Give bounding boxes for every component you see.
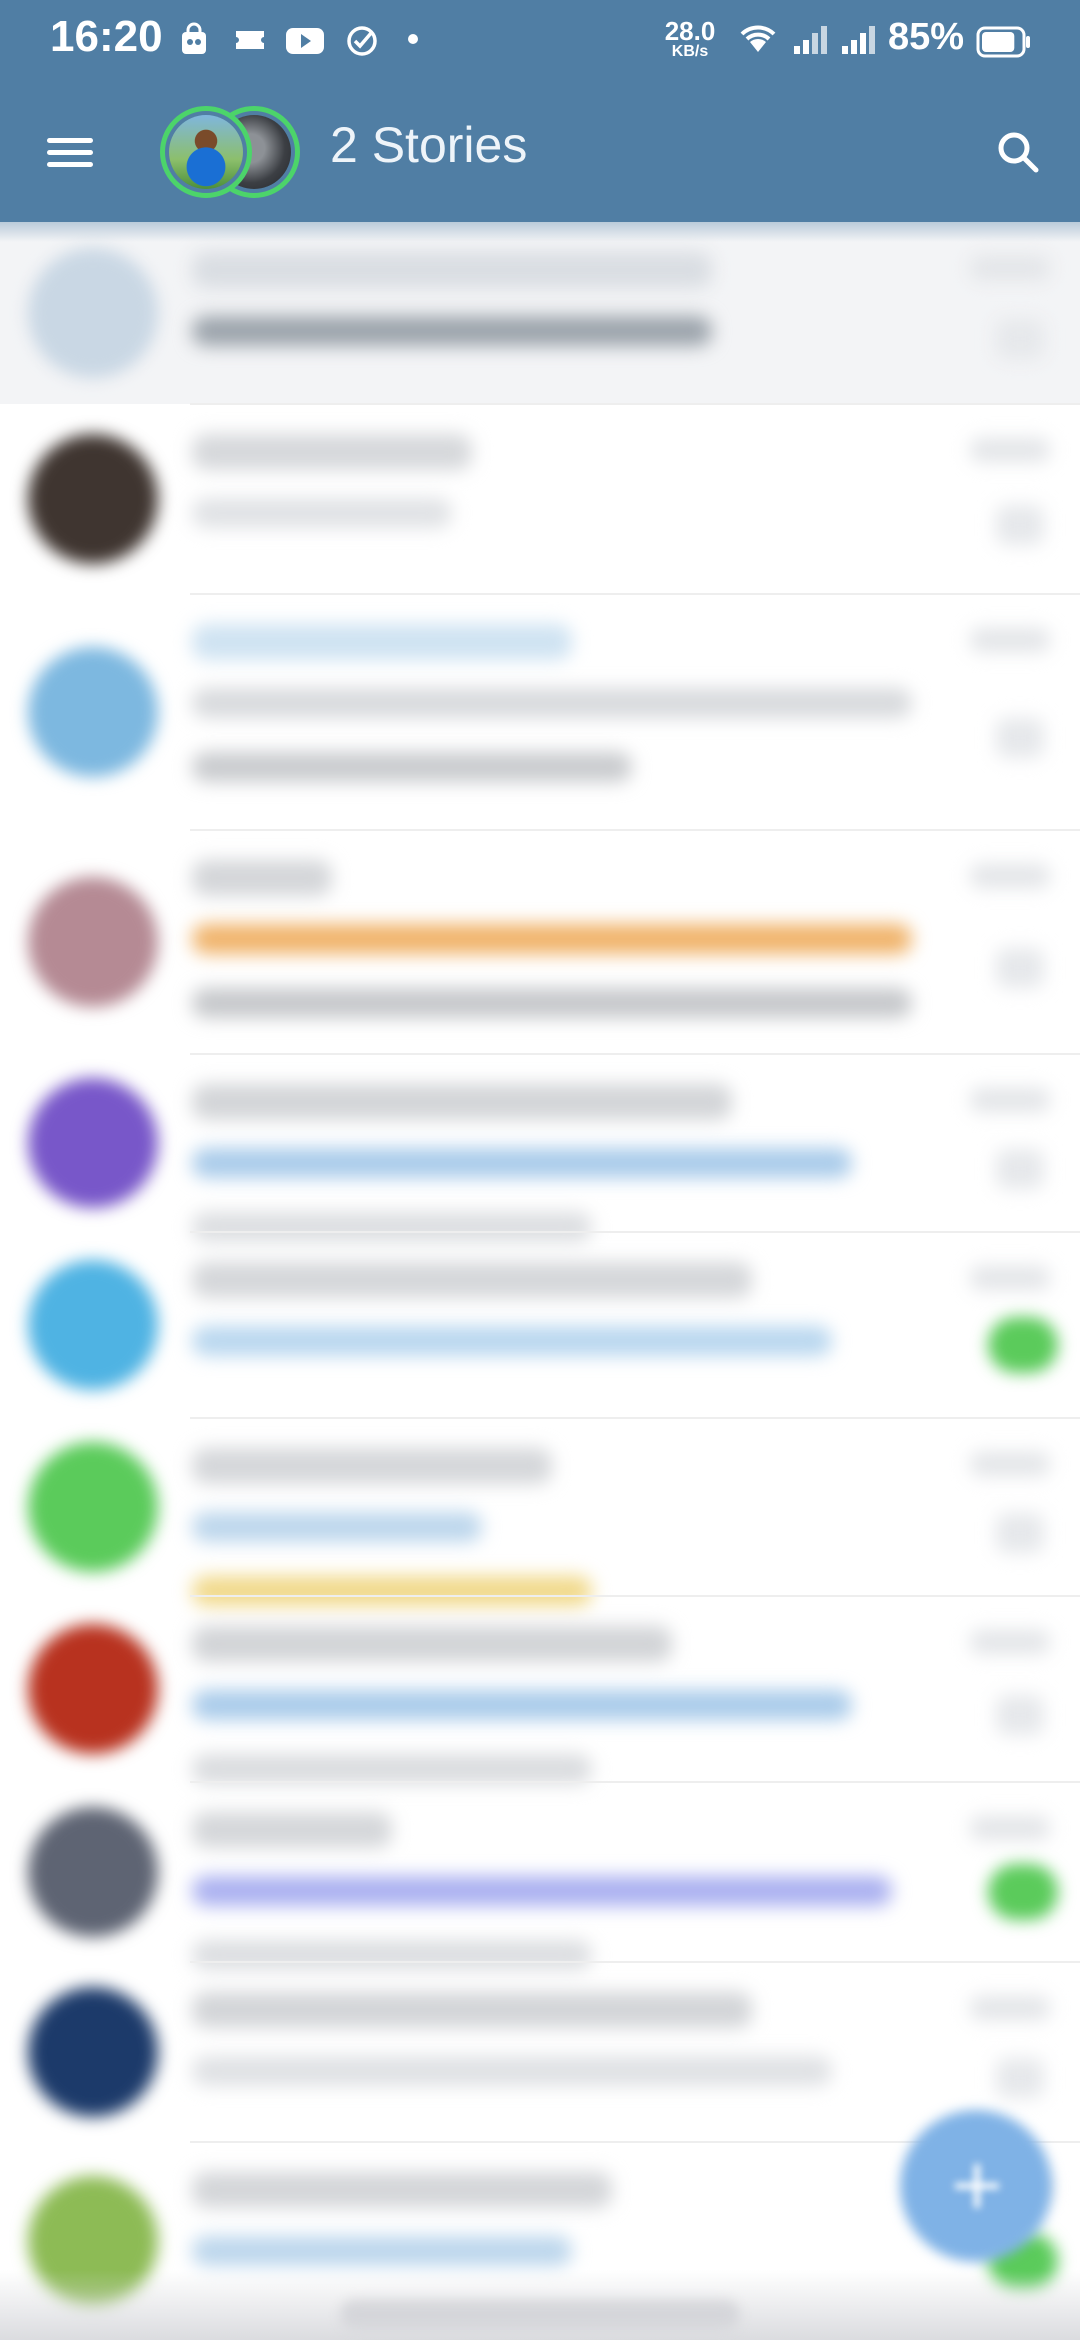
chat-preview — [192, 1326, 832, 1356]
chat-list — [0, 222, 1080, 2340]
status-bar: 16:20 28.0 KB/s 85% — [0, 0, 1080, 80]
chat-title — [192, 1084, 732, 1120]
chat-time — [970, 1816, 1050, 1840]
chat-title — [192, 1448, 552, 1484]
chat-time — [970, 1266, 1050, 1290]
chat-avatar — [28, 647, 158, 777]
chat-avatar — [28, 1624, 158, 1754]
chat-title — [192, 1812, 392, 1848]
chat-preview — [192, 752, 632, 782]
chat-title — [192, 1262, 752, 1298]
chat-avatar — [28, 1442, 158, 1572]
chat-avatar — [28, 1807, 158, 1937]
chat-title — [192, 624, 572, 660]
chat-row[interactable] — [0, 1962, 1080, 2142]
chat-preview — [192, 316, 712, 346]
chat-title — [192, 1992, 752, 2028]
wifi-icon — [740, 25, 776, 52]
signal-icon — [842, 26, 875, 54]
shopping-bag-icon — [182, 22, 206, 54]
search-icon[interactable] — [990, 124, 1046, 180]
chat-status-icon — [996, 718, 1044, 758]
stories-avatars[interactable] — [160, 106, 300, 198]
hamburger-menu-icon[interactable] — [40, 122, 100, 182]
chat-time — [970, 438, 1050, 462]
chat-status-icon — [996, 505, 1044, 545]
unread-badge — [988, 1317, 1058, 1373]
chat-preview — [192, 498, 452, 528]
chat-row[interactable] — [0, 1782, 1080, 1970]
chat-avatar — [28, 1260, 158, 1390]
dot-icon — [408, 34, 418, 44]
chat-title — [192, 252, 712, 288]
stories-title[interactable]: 2 Stories — [330, 116, 527, 174]
chat-preview — [192, 1512, 482, 1542]
chat-preview — [192, 1690, 852, 1720]
network-speed: 28.0 KB/s — [664, 16, 716, 60]
toolbar: 2 Stories — [0, 80, 1080, 222]
chat-title — [192, 434, 472, 470]
telegram-app: 16:20 28.0 KB/s 85% 2 Stories — [0, 0, 1080, 2340]
chat-row[interactable] — [0, 594, 1080, 830]
chat-time — [970, 256, 1050, 280]
youtube-icon — [286, 28, 324, 54]
chat-preview — [192, 1148, 852, 1178]
chat-status-icon — [996, 319, 1044, 359]
chat-row[interactable] — [0, 1418, 1080, 1606]
chat-time — [970, 1452, 1050, 1476]
chat-status-icon — [996, 1149, 1044, 1189]
chat-title — [192, 2172, 612, 2208]
chat-avatar — [28, 434, 158, 564]
chat-preview — [192, 924, 912, 954]
unread-badge — [988, 1864, 1058, 1920]
chat-row[interactable] — [0, 1054, 1080, 1242]
chat-time — [970, 628, 1050, 652]
chat-status-icon — [996, 1695, 1044, 1735]
chat-row[interactable] — [0, 830, 1080, 1054]
app-header: 16:20 28.0 KB/s 85% 2 Stories — [0, 0, 1080, 222]
chat-time — [970, 1630, 1050, 1654]
chat-preview — [192, 988, 912, 1018]
chat-row[interactable] — [0, 1232, 1080, 1418]
gesture-bar — [340, 2300, 740, 2330]
chat-preview — [192, 2056, 832, 2086]
chat-row[interactable] — [0, 404, 1080, 594]
battery-icon — [976, 26, 1030, 58]
chat-avatar — [28, 248, 158, 378]
chat-avatar — [28, 1987, 158, 2117]
chat-title — [192, 1626, 672, 1662]
story-avatar[interactable] — [160, 106, 252, 198]
chat-status-icon — [996, 948, 1044, 988]
status-time: 16:20 — [50, 12, 163, 61]
chat-status-icon — [996, 1513, 1044, 1553]
chat-time — [970, 1088, 1050, 1112]
chat-row[interactable] — [0, 1596, 1080, 1784]
chat-title — [192, 860, 332, 896]
chat-preview — [192, 1754, 592, 1784]
chat-avatar — [28, 877, 158, 1007]
pencil-icon[interactable] — [955, 2164, 999, 2208]
check-circle-icon — [347, 26, 377, 56]
chat-preview — [192, 1876, 892, 1906]
battery-percent: 85% — [888, 16, 965, 58]
ticket-icon — [236, 31, 264, 49]
chat-time — [970, 1996, 1050, 2020]
chat-time — [970, 864, 1050, 888]
archived-chats-row[interactable] — [0, 222, 1080, 404]
chat-status-icon — [996, 2058, 1044, 2098]
chat-avatar — [28, 1078, 158, 1208]
chat-preview — [192, 688, 912, 718]
signal-icon — [794, 26, 827, 54]
chat-preview — [192, 2236, 572, 2266]
